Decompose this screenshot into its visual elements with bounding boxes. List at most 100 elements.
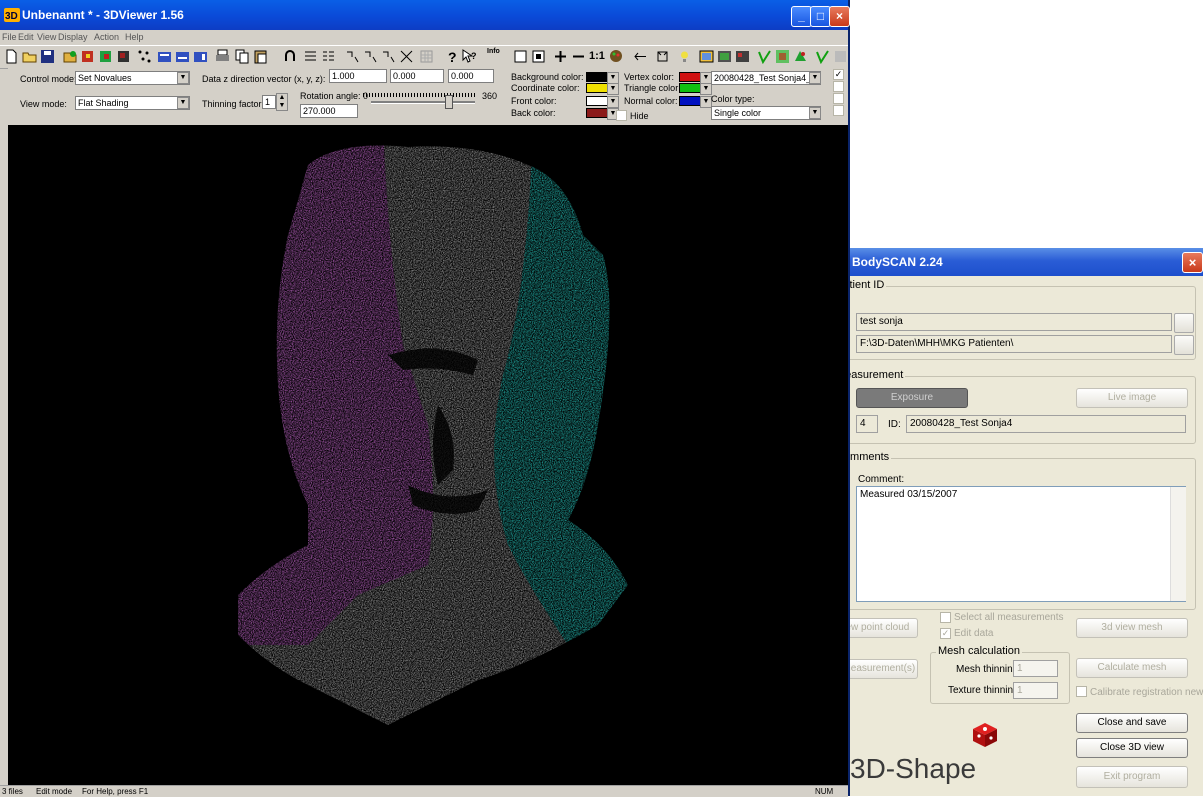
3d-viewport[interactable] bbox=[8, 125, 848, 785]
color-type-select[interactable]: Single color bbox=[711, 106, 821, 120]
thinning-factor-input[interactable]: 1 bbox=[262, 95, 276, 109]
background-color-swatch[interactable] bbox=[586, 72, 608, 82]
menu-file[interactable]: File bbox=[2, 32, 17, 42]
texture-thinning-select[interactable]: 1 bbox=[1013, 682, 1058, 699]
scale-icon[interactable] bbox=[399, 49, 414, 64]
front-color-dropdown-icon[interactable]: ▼ bbox=[607, 96, 619, 108]
bodyscan-title-bar[interactable]: BodySCAN 2.24 × bbox=[848, 248, 1203, 276]
edit-data-checkbox[interactable]: ✓ bbox=[940, 628, 951, 639]
direction-z-input[interactable]: 0.000 bbox=[448, 69, 494, 83]
exposure-button[interactable]: Exposure bbox=[856, 388, 968, 408]
option-checkbox-2[interactable] bbox=[833, 81, 844, 92]
zoom-reset-button[interactable]: 1:1 bbox=[589, 50, 605, 62]
copy-icon[interactable] bbox=[235, 49, 250, 64]
new-file-icon[interactable] bbox=[4, 49, 19, 64]
bodyscan-close-button[interactable]: × bbox=[1182, 252, 1203, 273]
measurement-id-field[interactable]: 20080428_Test Sonja4 bbox=[906, 415, 1186, 433]
view-mode-dropdown-icon[interactable]: ▼ bbox=[177, 97, 189, 109]
rotation-slider-track[interactable] bbox=[371, 101, 475, 104]
open-folder-icon[interactable] bbox=[22, 49, 37, 64]
texture-icon[interactable] bbox=[717, 49, 732, 64]
import-icon[interactable] bbox=[62, 49, 77, 64]
viewer-title-bar[interactable]: 3D Unbenannt * - 3DViewer 1.56 _ □ × bbox=[0, 0, 850, 30]
close-button[interactable]: × bbox=[829, 6, 850, 27]
menu-display[interactable]: Display bbox=[58, 32, 88, 42]
close-and-save-button[interactable]: Close and save bbox=[1076, 713, 1188, 733]
menu-edit[interactable]: Edit bbox=[18, 32, 34, 42]
object-icon[interactable] bbox=[793, 49, 808, 64]
cube-multi-icon[interactable] bbox=[98, 49, 113, 64]
mesh-thinning-select[interactable]: 1 bbox=[1013, 660, 1058, 677]
palette-icon[interactable] bbox=[609, 49, 624, 64]
patient-name-field[interactable]: test sonja bbox=[856, 313, 1172, 331]
direction-y-input[interactable]: 0.000 bbox=[390, 69, 444, 83]
info-button[interactable]: Info bbox=[487, 48, 500, 56]
thinning-spinner-icon[interactable]: ▲ ▼ bbox=[276, 93, 288, 111]
help-icon[interactable]: ? bbox=[445, 49, 460, 64]
option-checkbox-4[interactable] bbox=[833, 105, 844, 116]
cube-dark-icon[interactable] bbox=[116, 49, 131, 64]
menu-help[interactable]: Help bbox=[125, 32, 144, 42]
triangle-color-swatch[interactable] bbox=[679, 83, 701, 93]
maximize-button[interactable]: □ bbox=[810, 6, 831, 27]
select-all-checkbox[interactable] bbox=[940, 612, 951, 623]
calculate-mesh-button[interactable]: Calculate mesh bbox=[1076, 658, 1188, 678]
check-green-icon[interactable] bbox=[757, 49, 772, 64]
move-3-icon[interactable] bbox=[381, 49, 396, 64]
move-2-icon[interactable] bbox=[363, 49, 378, 64]
move-icon[interactable] bbox=[345, 49, 360, 64]
arrow-left-icon[interactable] bbox=[633, 49, 648, 64]
patient-path-field[interactable]: F:\3D-Daten\MHH\MKG Patienten\ bbox=[856, 335, 1172, 353]
undo-icon[interactable] bbox=[283, 49, 298, 64]
check-green-2-icon[interactable] bbox=[815, 49, 830, 64]
comment-textarea[interactable]: Measured 03/15/2007 bbox=[856, 486, 1186, 602]
live-image-button[interactable]: Live image bbox=[1076, 388, 1188, 408]
zoom-out-icon[interactable] bbox=[571, 49, 586, 64]
hide-checkbox[interactable] bbox=[616, 110, 627, 121]
comment-scrollbar[interactable] bbox=[1170, 487, 1186, 601]
window-fill-icon[interactable] bbox=[531, 49, 546, 64]
context-help-icon[interactable]: ? bbox=[462, 49, 477, 64]
view-mode-select[interactable]: Flat Shading bbox=[75, 96, 190, 110]
direction-x-input[interactable]: 1.000 bbox=[329, 69, 387, 83]
mesh-icon[interactable] bbox=[735, 49, 750, 64]
scatter-icon[interactable] bbox=[137, 49, 152, 64]
control-mode-select[interactable]: Set Novalues bbox=[75, 71, 190, 85]
normal-color-swatch[interactable] bbox=[679, 96, 701, 106]
dataset-dropdown-icon[interactable]: ▼ bbox=[809, 72, 821, 84]
view-side-icon[interactable] bbox=[175, 49, 190, 64]
front-color-swatch[interactable] bbox=[586, 96, 608, 106]
light-icon[interactable] bbox=[677, 49, 692, 64]
menu-view[interactable]: View bbox=[37, 32, 56, 42]
minimize-button[interactable]: _ bbox=[791, 6, 812, 27]
list-icon[interactable] bbox=[303, 49, 318, 64]
measurement-number-field[interactable]: 4 bbox=[856, 415, 878, 433]
calibrate-checkbox[interactable] bbox=[1076, 686, 1087, 697]
view-top-icon[interactable] bbox=[193, 49, 208, 64]
vertex-color-swatch[interactable] bbox=[679, 72, 701, 82]
dataset-select[interactable]: 20080428_Test Sonja4_l bbox=[711, 71, 821, 85]
cube-red-icon[interactable] bbox=[80, 49, 95, 64]
patient-name-browse-button[interactable] bbox=[1174, 313, 1194, 333]
back-color-swatch[interactable] bbox=[586, 108, 608, 118]
grid-disabled-icon[interactable] bbox=[419, 49, 434, 64]
close-3d-view-button[interactable]: Close 3D view bbox=[1076, 738, 1188, 758]
list-detail-icon[interactable] bbox=[321, 49, 336, 64]
exit-program-button[interactable]: Exit program bbox=[1076, 766, 1188, 788]
menu-action[interactable]: Action bbox=[94, 32, 119, 42]
coordinate-color-swatch[interactable] bbox=[586, 83, 608, 93]
rotation-angle-input[interactable]: 270.000 bbox=[300, 104, 358, 118]
coordinate-color-dropdown-icon[interactable]: ▼ bbox=[607, 83, 619, 95]
3d-view-mesh-button[interactable]: 3d view mesh bbox=[1076, 618, 1188, 638]
save-icon[interactable] bbox=[40, 49, 55, 64]
view-front-icon[interactable] bbox=[157, 49, 172, 64]
paste-icon[interactable] bbox=[253, 49, 268, 64]
patient-path-browse-button[interactable] bbox=[1174, 335, 1194, 355]
window-icon[interactable] bbox=[513, 49, 528, 64]
option-checkbox-3[interactable] bbox=[833, 93, 844, 104]
zoom-in-icon[interactable] bbox=[553, 49, 568, 64]
option-checkbox-1[interactable]: ✓ bbox=[833, 69, 844, 80]
rotate-icon[interactable] bbox=[655, 49, 670, 64]
image-icon[interactable] bbox=[699, 49, 714, 64]
rotation-slider-thumb[interactable] bbox=[445, 95, 453, 109]
